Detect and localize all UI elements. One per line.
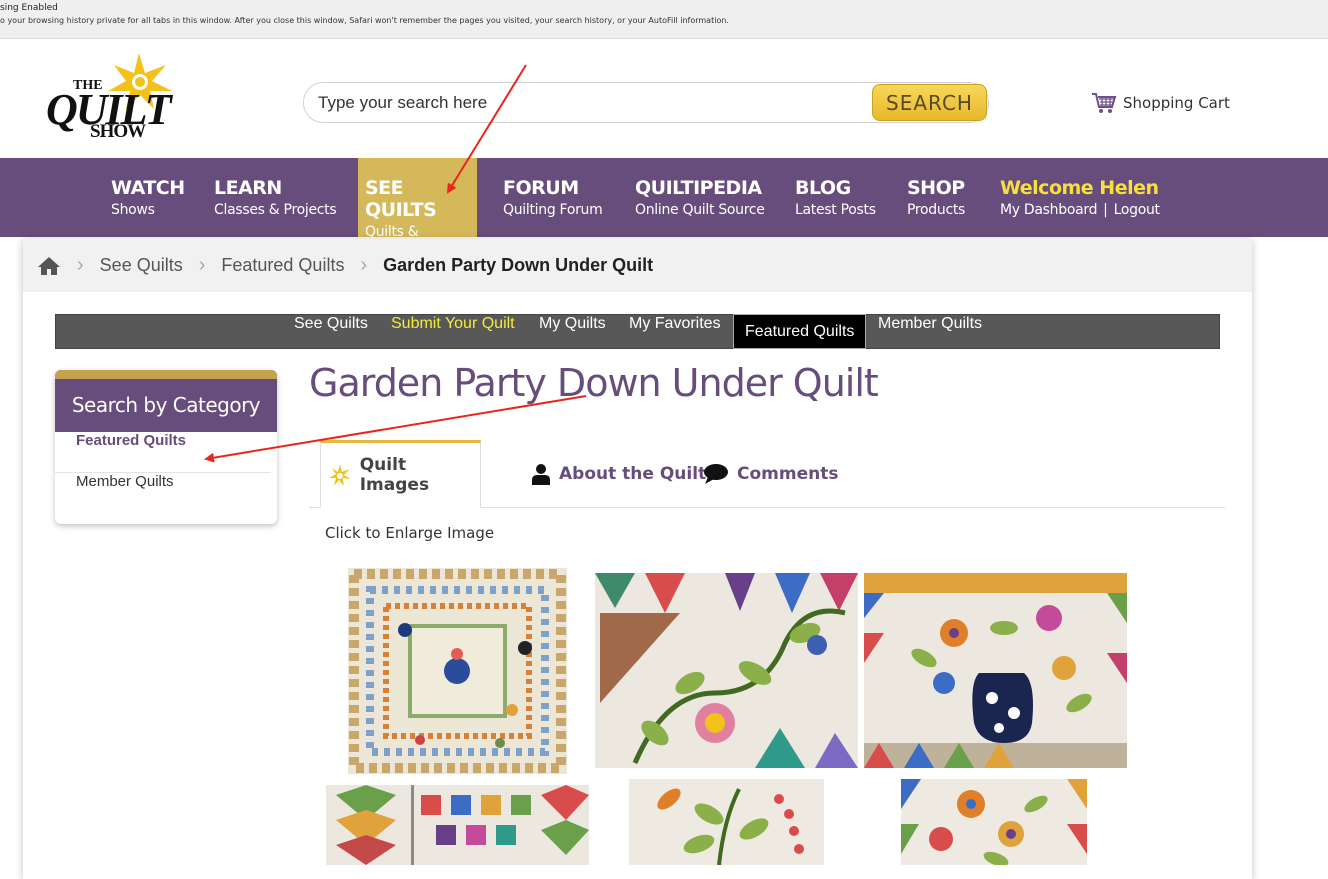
tab-comments[interactable]: Comments	[703, 440, 838, 507]
page-title: Garden Party Down Under Quilt	[309, 361, 879, 405]
quilt-image-full	[348, 568, 567, 774]
search-bar: SEARCH	[303, 82, 989, 123]
chevron-right-icon: ›	[198, 254, 206, 276]
welcome-user-text: Welcome Helen	[1000, 177, 1159, 199]
tab-label: Quilt Images	[359, 455, 430, 495]
nav-item-subtitle: Online Quilt Source	[635, 202, 765, 218]
nav-item-blog[interactable]: BLOG Latest Posts	[795, 158, 876, 237]
site-header: THE QUILT SHOW SEARCH Shopping Cart	[0, 39, 1328, 158]
person-icon	[532, 463, 550, 485]
breadcrumb-see-quilts[interactable]: See Quilts	[100, 255, 183, 276]
nav-item-title: BLOG	[795, 177, 851, 199]
quilts-subnav: See Quilts Submit Your Quilt My Quilts M…	[55, 314, 1220, 349]
quilt-thumbnail[interactable]	[348, 568, 567, 774]
quilt-image-detail-vine	[595, 573, 858, 768]
search-input[interactable]	[318, 91, 858, 115]
nav-item-welcome: Welcome Helen My Dashboard | Logout	[1000, 158, 1160, 237]
nav-item-learn[interactable]: LEARN Classes & Projects	[214, 158, 337, 237]
shopping-cart-icon	[1092, 93, 1117, 113]
private-banner-text: o your browsing history private for all …	[0, 16, 729, 25]
quilt-image-detail-leaves	[629, 779, 824, 865]
shopping-cart-label: Shopping Cart	[1123, 94, 1230, 112]
search-button[interactable]: SEARCH	[872, 84, 987, 121]
nav-item-forum[interactable]: FORUM Quilting Forum	[503, 158, 603, 237]
sun-star-icon	[328, 464, 351, 486]
main-nav: WATCH Shows LEARN Classes & Projects SEE…	[0, 158, 1328, 256]
subnav-member-quilts[interactable]: Member Quilts	[867, 315, 993, 348]
logout-link[interactable]: Logout	[1114, 202, 1160, 218]
tab-quilt-images[interactable]: Quilt Images	[320, 440, 481, 508]
content-card: › See Quilts › Featured Quilts › Garden …	[23, 239, 1252, 879]
tab-label: Comments	[737, 463, 839, 484]
sidebar-heading: Search by Category	[55, 370, 277, 432]
breadcrumb-current: Garden Party Down Under Quilt	[383, 255, 654, 275]
shopping-cart-link[interactable]: Shopping Cart	[1091, 91, 1230, 115]
chevron-right-icon: ›	[360, 254, 368, 276]
private-browsing-banner: sing Enabled o your browsing history pri…	[0, 0, 1328, 39]
quilt-image-detail-vase	[864, 573, 1127, 768]
nav-item-title: SHOP	[907, 177, 965, 199]
nav-item-shop[interactable]: SHOP Products	[907, 158, 965, 237]
subnav-see-quilts[interactable]: See Quilts	[283, 315, 379, 348]
quilt-show-logo[interactable]: THE QUILT SHOW	[44, 51, 174, 146]
nav-item-see-quilts[interactable]: SEE QUILTS Quilts & Gallery	[358, 158, 477, 256]
quilt-image-detail-border	[326, 785, 589, 865]
tab-about-the-quilt[interactable]: About the Quilt	[531, 440, 706, 507]
sidebar-item-featured-quilts[interactable]: Featured Quilts	[55, 432, 271, 473]
my-dashboard-link[interactable]: My Dashboard	[1000, 202, 1097, 218]
click-to-enlarge-text: Click to Enlarge Image	[325, 524, 495, 542]
tab-label: About the Quilt	[559, 463, 707, 484]
nav-item-subtitle: Shows	[111, 202, 155, 218]
nav-item-title: QUILTIPEDIA	[635, 177, 762, 199]
quilt-thumbnail[interactable]	[901, 779, 1087, 865]
sidebar-item-member-quilts[interactable]: Member Quilts	[55, 473, 271, 514]
subnav-submit-your-quilt[interactable]: Submit Your Quilt	[380, 315, 526, 348]
breadcrumb-featured-quilts[interactable]: Featured Quilts	[221, 255, 344, 276]
nav-item-subtitle: Products	[907, 202, 966, 218]
quilt-thumbnail[interactable]	[864, 573, 1127, 768]
nav-item-watch[interactable]: WATCH Shows	[111, 158, 185, 237]
nav-item-title: LEARN	[214, 177, 282, 199]
private-banner-title: sing Enabled	[0, 3, 58, 13]
subnav-my-favorites[interactable]: My Favorites	[618, 315, 732, 348]
nav-separator: |	[1103, 202, 1108, 218]
nav-item-subtitle: Quilting Forum	[503, 202, 603, 218]
nav-item-title: SEE QUILTS	[365, 177, 437, 221]
logo-show: SHOW	[90, 121, 146, 142]
nav-item-subtitle: Latest Posts	[795, 202, 876, 218]
quilt-thumbnail[interactable]	[629, 779, 824, 865]
quilt-image-detail-flowers	[901, 779, 1087, 865]
chevron-right-icon: ›	[77, 254, 84, 276]
quilt-tabs: Quilt Images About the Quilt Comments	[309, 440, 1225, 508]
category-sidebar: Search by Category Featured Quilts Membe…	[55, 370, 277, 524]
subnav-my-quilts[interactable]: My Quilts	[528, 315, 617, 348]
subnav-featured-quilts[interactable]: Featured Quilts	[733, 314, 867, 349]
nav-item-title: FORUM	[503, 177, 579, 199]
quilt-thumbnail[interactable]	[326, 785, 589, 865]
home-icon[interactable]	[37, 256, 61, 276]
nav-item-title: WATCH	[111, 177, 185, 199]
speech-bubble-icon	[704, 463, 728, 484]
nav-item-subtitle: Classes & Projects	[214, 202, 337, 218]
nav-item-quiltipedia[interactable]: QUILTIPEDIA Online Quilt Source	[635, 158, 765, 237]
breadcrumb: › See Quilts › Featured Quilts › Garden …	[23, 239, 1252, 292]
quilt-thumbnail[interactable]	[595, 573, 858, 768]
